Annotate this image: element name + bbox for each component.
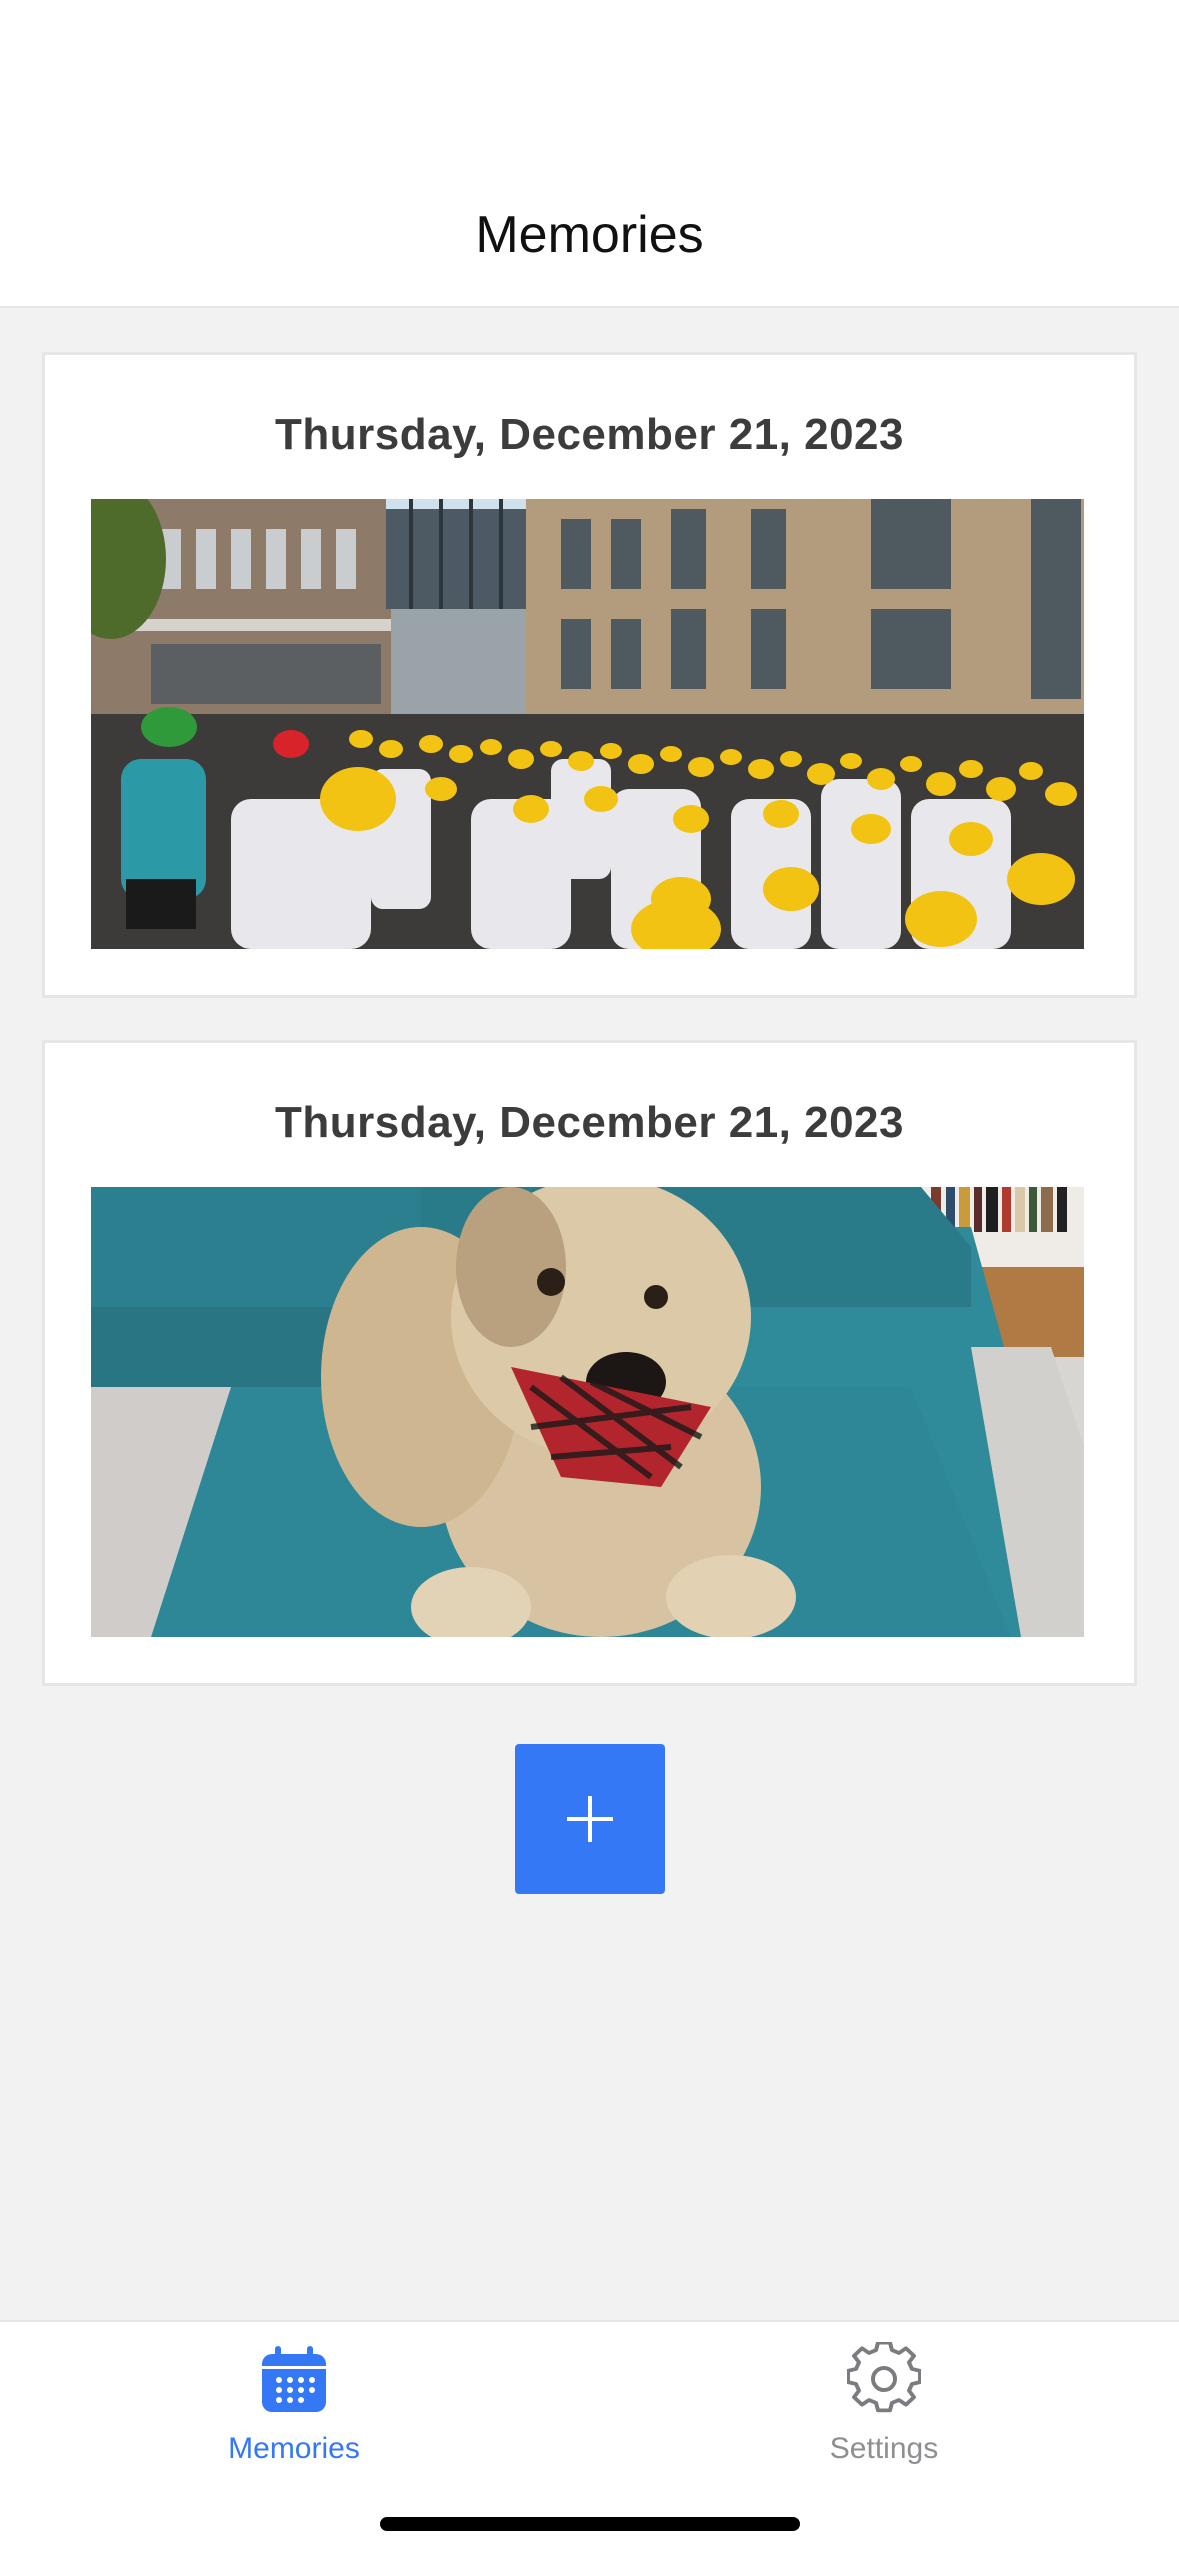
memory-photo[interactable] bbox=[91, 1187, 1084, 1637]
gear-icon bbox=[847, 2342, 921, 2413]
header-bar: Memories bbox=[0, 0, 1179, 308]
tab-label: Memories bbox=[228, 2432, 360, 2465]
memory-card[interactable]: Thursday, December 21, 2023 bbox=[45, 355, 1134, 995]
memory-card[interactable]: Thursday, December 21, 2023 bbox=[45, 1043, 1134, 1683]
tab-label: Settings bbox=[829, 2432, 939, 2465]
memory-date: Thursday, December 21, 2023 bbox=[274, 410, 904, 459]
add-memory-button[interactable] bbox=[515, 1744, 665, 1894]
plus-icon bbox=[567, 1796, 613, 1842]
tab-settings[interactable]: Settings bbox=[684, 2322, 1084, 2502]
page-title: Memories bbox=[475, 206, 704, 264]
memory-photo[interactable] bbox=[91, 499, 1084, 949]
home-indicator[interactable] bbox=[380, 2517, 800, 2531]
calendar-icon bbox=[262, 2346, 326, 2412]
tab-memories[interactable]: Memories bbox=[94, 2322, 494, 2502]
memory-date: Thursday, December 21, 2023 bbox=[274, 1098, 904, 1147]
